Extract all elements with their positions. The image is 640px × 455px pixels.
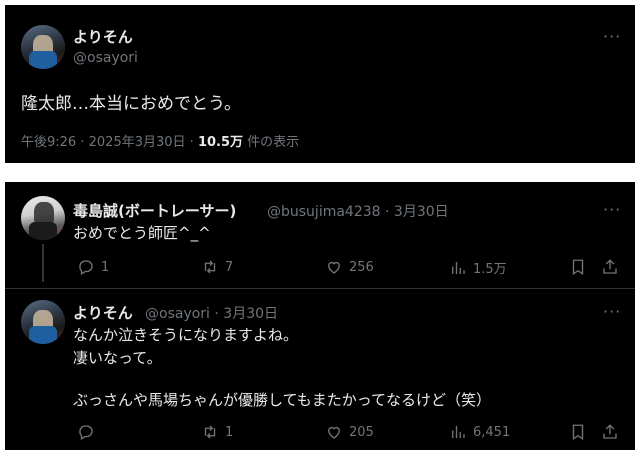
like-count: 205 <box>349 424 374 440</box>
avatar[interactable] <box>21 196 65 240</box>
views-icon <box>452 426 465 438</box>
views-label: 件の表示 <box>247 135 300 150</box>
share-icon <box>603 424 617 439</box>
repost-count: 7 <box>225 259 234 275</box>
reply-meta: @osayori · 3月30日 <box>145 303 278 323</box>
reply-icon <box>79 260 93 275</box>
views-count: 1.5万 <box>473 262 507 277</box>
meta-separator: · <box>189 135 194 150</box>
reply-text-line: ぶっさんや馬場ちゃんが優勝してもまたかってなるけど（笑） <box>73 391 492 409</box>
reply-button[interactable] <box>77 423 101 441</box>
views-count: 10.5万 <box>197 135 244 150</box>
views-button[interactable]: 1.5万 <box>449 258 507 277</box>
replies-card: 毒島誠(ボートレーサー) @busujima4238 · 3月30日 ··· お… <box>5 182 635 450</box>
bookmark-icon <box>572 424 584 441</box>
reply-count: 1 <box>101 259 110 275</box>
bookmark-button[interactable] <box>569 423 587 441</box>
more-icon[interactable]: ··· <box>603 27 621 46</box>
post-text: 隆太郎…本当におめでとう。 <box>21 94 241 114</box>
post-meta: 午後9:26 · 2025年3月30日 · 10.5万 件の表示 <box>21 131 299 150</box>
display-name[interactable]: よりそん <box>73 302 133 323</box>
reply-date[interactable]: 3月30日 <box>223 306 278 322</box>
reply-text: おめでとう師匠^_^ <box>73 224 211 242</box>
display-name[interactable]: よりそん <box>73 26 133 47</box>
post-date[interactable]: 2025年3月30日 <box>89 135 186 150</box>
like-button[interactable]: 256 <box>325 258 374 276</box>
reply-text-line: なんか泣きそうになりますよね。 <box>73 326 299 344</box>
views-count: 6,451 <box>473 424 511 440</box>
avatar[interactable] <box>21 300 65 344</box>
like-count: 256 <box>349 259 374 275</box>
bookmark-icon <box>572 259 584 276</box>
display-name[interactable]: 毒島誠(ボートレーサー) <box>73 200 236 221</box>
post-time[interactable]: 午後9:26 <box>21 135 76 150</box>
repost-icon <box>204 260 216 274</box>
meta-separator: · <box>214 306 219 322</box>
views-icon <box>452 261 465 274</box>
reply-meta: @busujima4238 · 3月30日 <box>267 201 449 221</box>
reply-text-line: 凄いなって。 <box>73 349 162 367</box>
reply-date[interactable]: 3月30日 <box>394 204 449 220</box>
user-handle[interactable]: @osayori <box>73 50 138 66</box>
more-icon[interactable]: ··· <box>603 302 621 321</box>
repost-button[interactable]: 1 <box>201 423 233 441</box>
like-icon <box>328 426 340 439</box>
share-button[interactable] <box>601 423 619 441</box>
reply-icon <box>79 425 93 440</box>
like-icon <box>328 261 340 274</box>
bookmark-button[interactable] <box>569 258 587 276</box>
avatar[interactable] <box>21 25 65 69</box>
user-handle[interactable]: @busujima4238 <box>267 204 381 220</box>
reply-button[interactable]: 1 <box>77 258 109 276</box>
user-handle[interactable]: @osayori <box>145 306 210 322</box>
meta-separator: · <box>385 204 390 220</box>
share-button[interactable] <box>601 258 619 276</box>
divider <box>5 288 635 289</box>
like-button[interactable]: 205 <box>325 423 374 441</box>
repost-icon <box>204 425 216 439</box>
meta-separator: · <box>80 135 85 150</box>
thread-line <box>42 244 44 282</box>
main-post-card: よりそん @osayori ··· 隆太郎…本当におめでとう。 午後9:26 ·… <box>5 5 635 163</box>
repost-button[interactable]: 7 <box>201 258 233 276</box>
repost-count: 1 <box>225 424 234 440</box>
more-icon[interactable]: ··· <box>603 200 621 219</box>
share-icon <box>603 259 617 274</box>
views-button[interactable]: 6,451 <box>449 423 510 441</box>
